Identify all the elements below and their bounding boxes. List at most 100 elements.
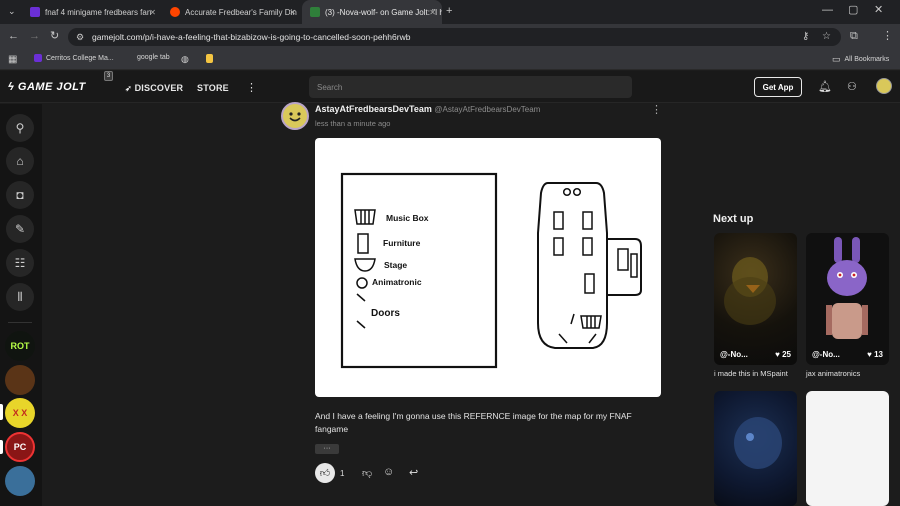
tab-title: fnaf 4 minigame fredbears fan <box>45 7 152 17</box>
community-avatar-pc[interactable]: PC <box>5 432 35 462</box>
rail-home-button[interactable]: ⚲ <box>6 114 34 142</box>
author-handle[interactable]: @AstayAtFredbearsDevTeam <box>434 105 540 114</box>
all-bookmarks-label: All Bookmarks <box>844 56 890 63</box>
avatar-label: PC <box>13 442 27 452</box>
url-text: gamejolt.com/p/i-have-a-feeling-that-biz… <box>92 32 411 42</box>
close-icon[interactable]: ✕ <box>289 8 296 17</box>
bell-icon[interactable]: 🔔︎ <box>818 80 832 93</box>
gamejolt-favicon-icon <box>310 7 320 17</box>
post-image[interactable]: Music Box Furniture Stage Animatronic Do… <box>315 138 661 397</box>
back-icon[interactable]: ← <box>8 31 19 42</box>
next-up-card[interactable]: @-No... ♥ 25 <box>714 233 797 365</box>
menu-dots-icon[interactable]: ⋮ <box>882 31 893 42</box>
tab-gamejolt[interactable]: (3) -Nova-wolf- on Game Jolt: "I h ✕ <box>302 0 442 24</box>
address-bar[interactable]: ⚙ gamejolt.com/p/i-have-a-feeling-that-b… <box>68 28 841 46</box>
bookmarks-bar <box>0 50 900 70</box>
nav-discover[interactable]: ➶ DISCOVER <box>125 83 183 93</box>
yahoo-favicon-icon <box>30 7 40 17</box>
card-title[interactable]: i made this in MSpaint <box>714 369 788 378</box>
card-stats: @-No... ♥ 25 <box>714 350 797 359</box>
get-app-label: Get App <box>762 82 794 92</box>
community-avatar-rot[interactable]: ROT <box>5 331 35 361</box>
window-close-icon[interactable]: ✕ <box>874 5 883 16</box>
furniture-icon <box>357 233 369 254</box>
expand-label: ··· <box>323 445 331 452</box>
active-indicator <box>0 404 3 420</box>
rail-divider <box>8 322 32 323</box>
next-up-card[interactable] <box>714 391 797 506</box>
expand-button[interactable]: ··· <box>315 444 339 454</box>
globe-icon: ◍ <box>181 54 189 64</box>
card-likes: ♥ 13 <box>867 350 883 359</box>
close-icon[interactable]: ✕ <box>429 8 436 17</box>
avatar-label: X X <box>12 408 28 418</box>
sticker-icon[interactable]: ☺ <box>383 466 394 478</box>
minimize-icon[interactable]: — <box>822 5 833 16</box>
blue-animatronic-thumbnail <box>734 417 782 469</box>
door-icon <box>356 293 366 302</box>
close-icon[interactable]: ✕ <box>149 8 156 17</box>
rail-backpack-button[interactable]: ◘ <box>6 181 34 209</box>
bookmark-google-tab[interactable]: google tab <box>137 54 170 61</box>
next-up-card[interactable] <box>806 391 889 506</box>
site-info-icon[interactable]: ⚙ <box>76 32 84 43</box>
nav-store[interactable]: STORE <box>197 83 229 93</box>
bookmark-star-icon[interactable]: ☆ <box>822 31 831 42</box>
card-title[interactable]: jax animatronics <box>806 369 860 378</box>
map-drawing: Music Box Furniture Stage Animatronic Do… <box>340 172 642 369</box>
next-up-title: Next up <box>713 213 754 225</box>
reload-icon[interactable]: ↻ <box>50 31 59 42</box>
heart-icon: ♥ <box>775 350 780 359</box>
community-avatar-5[interactable] <box>5 466 35 496</box>
more-dots-icon[interactable]: ⋮ <box>246 81 257 94</box>
chat-icon: ☷ <box>14 256 26 270</box>
tab-title: (3) -Nova-wolf- on Game Jolt: "I h <box>325 7 442 17</box>
reply-icon[interactable]: ↩ <box>409 466 418 479</box>
tab-title: Accurate Fredbear's Family Din <box>185 7 297 17</box>
legend-animatronic: Animatronic <box>372 277 422 287</box>
author-avatar[interactable] <box>281 102 309 130</box>
forward-icon[interactable]: → <box>29 31 40 42</box>
bookmark-yellow[interactable] <box>206 54 213 63</box>
nav-label: STORE <box>197 83 229 93</box>
friends-icon[interactable]: ⚇ <box>847 80 857 93</box>
community-avatar-2[interactable] <box>5 365 35 395</box>
rail-library-button[interactable]: ⦀ <box>6 283 34 311</box>
legend-stage: Stage <box>384 260 407 270</box>
apps-grid-icon[interactable]: ▦ <box>8 54 17 65</box>
like-button[interactable]: 👍︎ <box>315 463 335 483</box>
store-icon: ⌂ <box>16 154 24 168</box>
library-icon: ⦀ <box>17 289 23 304</box>
get-app-button[interactable]: Get App <box>754 77 802 97</box>
home-icon: ⚲ <box>15 121 25 135</box>
user-avatar[interactable] <box>876 78 892 94</box>
rail-store-button[interactable]: ⌂ <box>6 147 34 175</box>
key-icon[interactable]: ⚷ <box>802 31 809 42</box>
bookmark-globe[interactable]: ◍ <box>181 54 189 65</box>
author-name[interactable]: AstayAtFredbearsDevTeam <box>315 104 432 114</box>
next-up-card[interactable]: @-No... ♥ 13 <box>806 233 889 365</box>
bookmark-cerritos[interactable]: Cerritos College Ma... <box>34 54 114 62</box>
tab-reddit[interactable]: Accurate Fredbear's Family Din ✕ <box>162 0 302 24</box>
new-tab-icon[interactable]: + <box>446 6 452 17</box>
extensions-icon[interactable]: ⧉ <box>850 31 858 42</box>
card-author: @-No... <box>812 350 840 359</box>
gamejolt-logo[interactable]: ϟ GAME JOLT <box>8 81 86 93</box>
map-building <box>537 182 642 349</box>
community-avatar-3[interactable]: X X <box>5 398 35 428</box>
tab-fnaf4[interactable]: fnaf 4 minigame fredbears fan ✕ <box>22 0 162 24</box>
door-icon <box>356 320 366 329</box>
rail-quest-button[interactable]: ✎ <box>6 215 34 243</box>
search-input[interactable]: Search <box>309 76 632 98</box>
maximize-icon[interactable]: ▢ <box>848 5 858 16</box>
like-count[interactable]: 1 <box>340 469 344 478</box>
legend-furniture: Furniture <box>383 238 421 248</box>
card-stats: @-No... ♥ 13 <box>806 350 889 359</box>
tab-search-icon[interactable]: ⌄ <box>8 6 16 17</box>
legend-music-box: Music Box <box>386 213 429 223</box>
post-options-icon[interactable]: ⋮ <box>651 103 662 116</box>
rail-chat-button[interactable]: ☷ <box>6 249 34 277</box>
dislike-icon[interactable]: 👎︎ <box>362 467 372 479</box>
quest-icon: ✎ <box>14 222 26 236</box>
all-bookmarks[interactable]: ▭ All Bookmarks <box>832 54 889 65</box>
